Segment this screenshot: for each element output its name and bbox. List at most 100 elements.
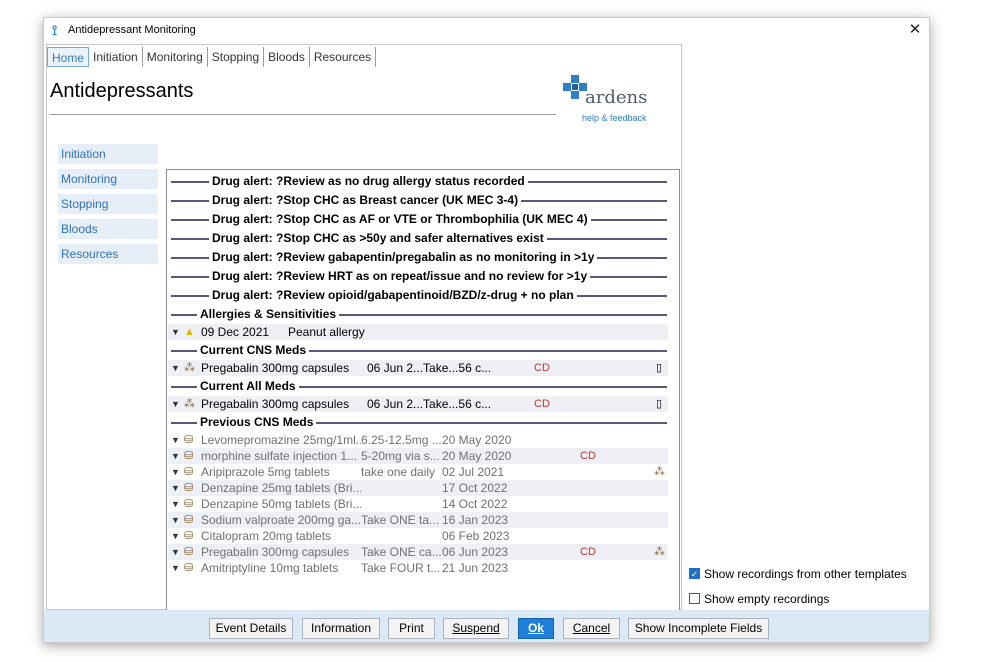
allergy-row[interactable]: ▼ ▲ 09 Dec 2021 Peanut allergy — [168, 324, 668, 340]
medication-bottle-icon: ⛁ — [184, 546, 194, 558]
previous-med-row[interactable]: ▼ ⛁ morphine sulfate injection 1... 5-20m… — [168, 448, 668, 464]
allergy-date: 09 Dec 2021 — [201, 325, 270, 339]
show-incomplete-fields-button[interactable]: Show Incomplete Fields — [628, 618, 769, 639]
previous-med-row[interactable]: ▼ ⛁ Denzapine 25mg tablets (Bri... 17 Oct… — [168, 480, 668, 496]
medication-bottle-icon: ⛁ — [184, 434, 194, 446]
alert-line: Drug alert: ?Review HRT as on repeat/iss… — [171, 268, 667, 284]
drug-name: Pregabalin 300mg capsules — [201, 361, 350, 375]
event-details-button[interactable]: Event Details — [209, 618, 293, 639]
print-button[interactable]: Print — [388, 618, 435, 639]
checkbox-checked-icon[interactable]: ✓ — [689, 568, 700, 579]
section-allergies: Allergies & Sensitivities — [171, 306, 667, 322]
drug-name: Pregabalin 300mg capsules — [201, 397, 350, 411]
previous-med-row[interactable]: ▼ ⛁ Citalopram 20mg tablets 06 Feb 2023 — [168, 528, 668, 544]
drug-dose: Take ONE ca... — [361, 545, 441, 559]
chevron-down-icon[interactable]: ▼ — [171, 448, 181, 464]
medication-bottle-icon: ⛁ — [184, 450, 194, 462]
checkbox-label: Show empty recordings — [704, 592, 830, 606]
medication-bottle-icon: ⛁ — [184, 466, 194, 478]
cancel-button[interactable]: Cancel — [563, 618, 620, 639]
drug-name: Levomepromazine 25mg/1ml... — [201, 433, 361, 447]
tab-monitoring[interactable]: Monitoring — [143, 47, 208, 67]
page-title: Antidepressants — [50, 80, 194, 102]
cd-flag: CD — [534, 362, 550, 374]
template-panel: Home Initiation Monitoring Stopping Bloo… — [46, 44, 682, 630]
chevron-down-icon[interactable]: ▼ — [171, 432, 181, 448]
sidebar-item-stopping[interactable]: Stopping — [58, 194, 158, 214]
suspend-button[interactable]: Suspend — [443, 618, 509, 639]
chevron-down-icon[interactable]: ▼ — [171, 480, 181, 496]
pills-icon: ⁂ — [654, 466, 665, 478]
chevron-down-icon[interactable]: ▼ — [171, 496, 181, 512]
chevron-down-icon[interactable]: ▼ — [171, 324, 181, 340]
drug-date: 20 May 2020 — [442, 449, 512, 463]
drug-dose: Take FOUR t... — [361, 561, 441, 575]
drug-name: Denzapine 50mg tablets (Bri... — [201, 497, 361, 511]
tab-bloods[interactable]: Bloods — [264, 47, 310, 67]
help-feedback-link[interactable]: help & feedback — [582, 113, 647, 123]
sidebar-item-monitoring[interactable]: Monitoring — [58, 169, 158, 189]
alert-text: Drug alert: ?Review opioid/gabapentinoid… — [209, 287, 577, 303]
section-current-all: Current All Meds — [171, 378, 667, 394]
previous-med-row[interactable]: ▼ ⛁ Pregabalin 300mg capsules Take ONE ca… — [168, 544, 668, 560]
drug-dose: 06 Jun 2...Take...56 c... — [367, 397, 492, 411]
chevron-down-icon[interactable]: ▼ — [171, 544, 181, 560]
previous-med-row[interactable]: ▼ ⛁ Sodium valproate 200mg ga... Take ONE… — [168, 512, 668, 528]
alert-line: Drug alert: ?Review as no drug allergy s… — [171, 173, 667, 189]
drug-dose: Take ONE ta... — [361, 513, 440, 527]
drug-date: 06 Feb 2023 — [442, 529, 510, 543]
drug-name: Denzapine 25mg tablets (Bri... — [201, 481, 361, 495]
previous-med-row[interactable]: ▼ ⛁ Amitriptyline 10mg tablets Take FOUR … — [168, 560, 668, 576]
ok-button[interactable]: Ok — [518, 618, 554, 639]
information-button[interactable]: Information — [302, 618, 380, 639]
tab-resources[interactable]: Resources — [310, 47, 377, 67]
logo-text: ardens — [585, 87, 648, 108]
warning-icon: ▲ — [184, 326, 195, 338]
medication-bottle-icon: ⛁ — [184, 482, 194, 494]
alert-line: Drug alert: ?Stop CHC as AF or VTE or Th… — [171, 211, 667, 227]
sidebar-item-bloods[interactable]: Bloods — [58, 219, 158, 239]
medication-bottle-icon: ⛁ — [184, 530, 194, 542]
section-title: Allergies & Sensitivities — [197, 306, 340, 322]
drug-name: Sodium valproate 200mg ga... — [201, 513, 361, 527]
pills-icon: ⁂ — [184, 362, 195, 374]
medication-bottle-icon: ⛁ — [184, 562, 194, 574]
medication-bottle-icon: ▯ — [656, 362, 663, 374]
chevron-down-icon[interactable]: ▼ — [171, 512, 181, 528]
tab-home[interactable]: Home — [47, 47, 90, 67]
alert-line: Drug alert: ?Stop CHC as >50y and safer … — [171, 230, 667, 246]
drug-name: morphine sulfate injection 1... — [201, 449, 358, 463]
drug-date: 16 Jan 2023 — [442, 513, 509, 527]
tab-initiation[interactable]: Initiation — [89, 47, 143, 67]
pills-icon: ⁂ — [184, 398, 195, 410]
previous-med-row[interactable]: ▼ ⛁ Denzapine 50mg tablets (Bri... 14 Oct… — [168, 496, 668, 512]
checkbox-unchecked-icon[interactable] — [689, 593, 700, 604]
alert-text: Drug alert: ?Stop CHC as >50y and safer … — [209, 230, 547, 246]
ardens-logo: ardens help & feedback — [563, 75, 673, 125]
medication-bottle-icon: ▯ — [656, 398, 663, 410]
alert-text: Drug alert: ?Stop CHC as AF or VTE or Th… — [209, 211, 591, 227]
chevron-down-icon[interactable]: ▼ — [171, 528, 181, 544]
sidebar-item-resources[interactable]: Resources — [58, 244, 158, 264]
title-divider — [50, 114, 556, 115]
sidebar-item-initiation[interactable]: Initiation — [58, 144, 158, 164]
alert-text: Drug alert: ?Review HRT as on repeat/iss… — [209, 268, 591, 284]
close-button[interactable]: ✕ — [905, 20, 925, 40]
alert-line: Drug alert: ?Review opioid/gabapentinoid… — [171, 287, 667, 303]
current-all-row[interactable]: ▼ ⁂ Pregabalin 300mg capsules 06 Jun 2..… — [168, 396, 668, 412]
cd-flag: CD — [580, 546, 596, 558]
previous-med-row[interactable]: ▼ ⛁ Levomepromazine 25mg/1ml... 6.25-12.5… — [168, 432, 668, 448]
window-title: Antidepressant Monitoring — [68, 24, 196, 36]
chevron-down-icon[interactable]: ▼ — [171, 464, 181, 480]
chevron-down-icon[interactable]: ▼ — [171, 396, 181, 412]
chevron-down-icon[interactable]: ▼ — [171, 360, 181, 376]
medication-bottle-icon: ⛁ — [184, 514, 194, 526]
current-cns-row[interactable]: ▼ ⁂ Pregabalin 300mg capsules 06 Jun 2..… — [168, 360, 668, 376]
chevron-down-icon[interactable]: ▼ — [171, 560, 181, 576]
drug-dose: take one daily — [361, 465, 436, 479]
recordings-list[interactable]: Drug alert: ?Review as no drug allergy s… — [166, 169, 680, 630]
previous-med-row[interactable]: ▼ ⛁ Aripiprazole 5mg tablets take one dai… — [168, 464, 668, 480]
drug-dose: 5-20mg via s... — [361, 449, 440, 463]
tab-stopping[interactable]: Stopping — [208, 47, 265, 67]
section-title: Current CNS Meds — [197, 342, 310, 358]
